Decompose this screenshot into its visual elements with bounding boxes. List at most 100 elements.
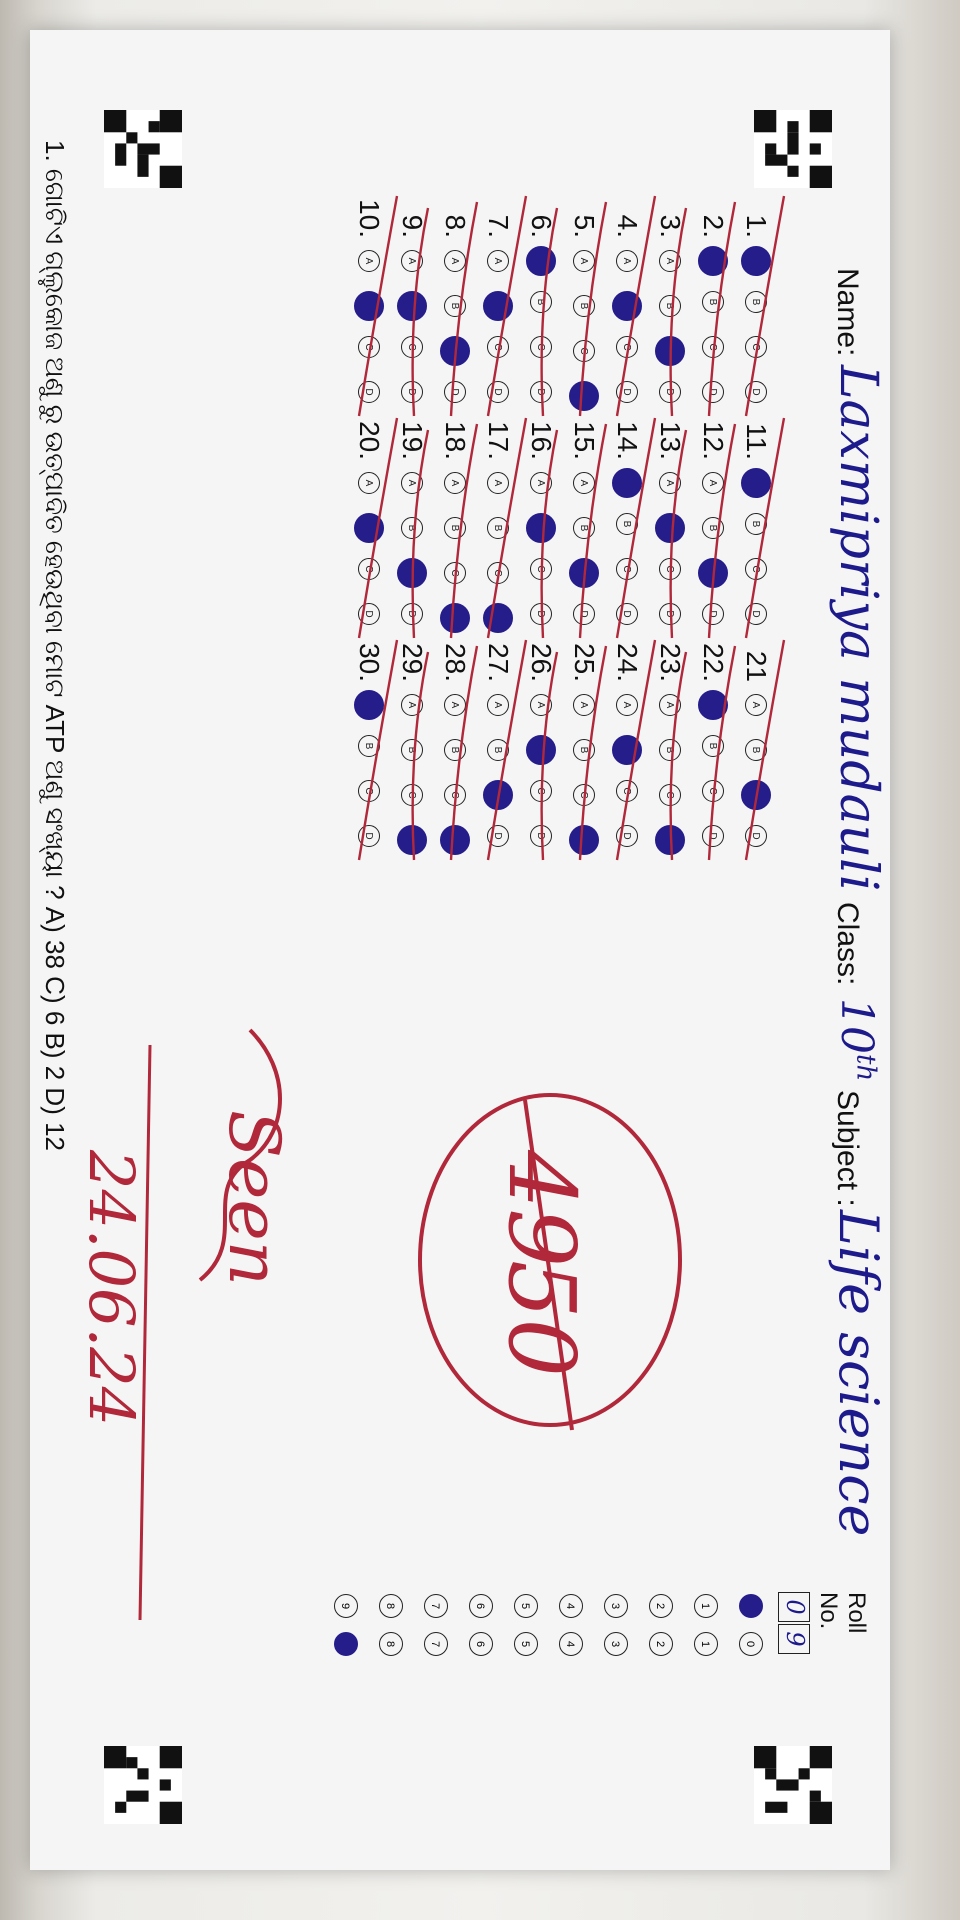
roll-filled-bubble[interactable]: 0 bbox=[739, 1594, 764, 1618]
roll-filled-bubble[interactable]: 9 bbox=[334, 1632, 359, 1656]
option-bubble[interactable]: B bbox=[487, 517, 510, 539]
option-bubble[interactable]: B bbox=[487, 739, 510, 761]
option-bubble[interactable]: B bbox=[616, 513, 639, 535]
option-bubble[interactable]: A bbox=[487, 694, 510, 716]
option-bubble[interactable]: B bbox=[702, 517, 725, 539]
option-bubble[interactable]: C bbox=[444, 784, 467, 806]
roll-bubble[interactable]: 5 bbox=[514, 1594, 539, 1618]
filled-bubble[interactable]: A bbox=[354, 690, 385, 720]
option-bubble[interactable]: D bbox=[487, 825, 510, 847]
option-bubble[interactable]: D bbox=[616, 381, 639, 403]
option-bubble[interactable]: B bbox=[530, 291, 553, 313]
option-bubble[interactable]: B bbox=[573, 295, 596, 317]
option-bubble[interactable]: D bbox=[745, 381, 768, 403]
option-bubble[interactable]: B bbox=[358, 735, 381, 757]
option-bubble[interactable]: A bbox=[659, 472, 682, 494]
option-bubble[interactable]: C bbox=[702, 780, 725, 802]
option-bubble[interactable]: C bbox=[530, 780, 553, 802]
option-bubble[interactable]: A bbox=[573, 694, 596, 716]
roll-bubble[interactable]: 6 bbox=[469, 1632, 494, 1656]
option-bubble[interactable]: D bbox=[745, 825, 768, 847]
option-bubble[interactable]: A bbox=[530, 472, 553, 494]
option-bubble[interactable]: D bbox=[530, 603, 553, 625]
option-bubble[interactable]: D bbox=[745, 603, 768, 625]
filled-bubble[interactable]: B bbox=[354, 513, 385, 543]
filled-bubble[interactable]: A bbox=[526, 246, 557, 276]
roll-bubble[interactable]: 4 bbox=[559, 1594, 584, 1618]
option-bubble[interactable]: D bbox=[573, 603, 596, 625]
roll-bubble[interactable]: 4 bbox=[559, 1632, 584, 1656]
filled-bubble[interactable]: C bbox=[483, 780, 514, 810]
option-bubble[interactable]: B bbox=[573, 739, 596, 761]
option-bubble[interactable]: A bbox=[358, 472, 381, 494]
roll-bubble[interactable]: 2 bbox=[649, 1594, 674, 1618]
filled-bubble[interactable]: B bbox=[397, 291, 428, 321]
filled-bubble[interactable]: B bbox=[526, 513, 557, 543]
option-bubble[interactable]: B bbox=[745, 291, 768, 313]
filled-bubble[interactable]: C bbox=[698, 558, 729, 588]
filled-bubble[interactable]: C bbox=[655, 336, 686, 366]
filled-bubble[interactable]: C bbox=[440, 336, 471, 366]
roll-bubble[interactable]: 7 bbox=[424, 1632, 449, 1656]
filled-bubble[interactable]: B bbox=[354, 291, 385, 321]
option-bubble[interactable]: D bbox=[530, 825, 553, 847]
option-bubble[interactable]: C bbox=[530, 558, 553, 580]
option-bubble[interactable]: D bbox=[530, 381, 553, 403]
filled-bubble[interactable]: D bbox=[397, 825, 428, 855]
option-bubble[interactable]: D bbox=[659, 603, 682, 625]
option-bubble[interactable]: A bbox=[487, 472, 510, 494]
option-bubble[interactable]: D bbox=[401, 603, 424, 625]
option-bubble[interactable]: B bbox=[702, 735, 725, 757]
filled-bubble[interactable]: B bbox=[526, 735, 557, 765]
option-bubble[interactable]: C bbox=[616, 780, 639, 802]
filled-bubble[interactable]: A bbox=[741, 246, 772, 276]
roll-bubble[interactable]: 9 bbox=[334, 1594, 359, 1618]
option-bubble[interactable]: D bbox=[702, 603, 725, 625]
option-bubble[interactable]: B bbox=[745, 513, 768, 535]
option-bubble[interactable]: A bbox=[659, 250, 682, 272]
option-bubble[interactable]: C bbox=[358, 780, 381, 802]
filled-bubble[interactable]: D bbox=[440, 825, 471, 855]
option-bubble[interactable]: A bbox=[573, 250, 596, 272]
option-bubble[interactable]: B bbox=[444, 517, 467, 539]
option-bubble[interactable]: C bbox=[358, 558, 381, 580]
filled-bubble[interactable]: A bbox=[741, 468, 772, 498]
option-bubble[interactable]: C bbox=[745, 558, 768, 580]
option-bubble[interactable]: A bbox=[487, 250, 510, 272]
option-bubble[interactable]: A bbox=[401, 472, 424, 494]
option-bubble[interactable]: C bbox=[401, 784, 424, 806]
option-bubble[interactable]: C bbox=[616, 558, 639, 580]
option-bubble[interactable]: A bbox=[444, 694, 467, 716]
option-bubble[interactable]: A bbox=[358, 250, 381, 272]
option-bubble[interactable]: A bbox=[401, 694, 424, 716]
option-bubble[interactable]: A bbox=[530, 694, 553, 716]
option-bubble[interactable]: D bbox=[702, 381, 725, 403]
option-bubble[interactable]: C bbox=[401, 336, 424, 358]
filled-bubble[interactable]: B bbox=[612, 291, 643, 321]
option-bubble[interactable]: D bbox=[358, 825, 381, 847]
filled-bubble[interactable]: C bbox=[569, 558, 600, 588]
filled-bubble[interactable]: D bbox=[569, 825, 600, 855]
option-bubble[interactable]: B bbox=[702, 291, 725, 313]
option-bubble[interactable]: A bbox=[573, 472, 596, 494]
option-bubble[interactable]: C bbox=[745, 336, 768, 358]
option-bubble[interactable]: D bbox=[401, 381, 424, 403]
filled-bubble[interactable]: C bbox=[741, 780, 772, 810]
option-bubble[interactable]: C bbox=[616, 336, 639, 358]
filled-bubble[interactable]: A bbox=[612, 468, 643, 498]
option-bubble[interactable]: C bbox=[659, 558, 682, 580]
option-bubble[interactable]: C bbox=[530, 336, 553, 358]
option-bubble[interactable]: B bbox=[444, 739, 467, 761]
option-bubble[interactable]: B bbox=[745, 739, 768, 761]
roll-bubble[interactable]: 5 bbox=[514, 1632, 539, 1656]
roll-bubble[interactable]: 6 bbox=[469, 1594, 494, 1618]
option-bubble[interactable]: B bbox=[573, 517, 596, 539]
option-bubble[interactable]: D bbox=[444, 381, 467, 403]
option-bubble[interactable]: D bbox=[616, 603, 639, 625]
roll-bubble[interactable]: 7 bbox=[424, 1594, 449, 1618]
option-bubble[interactable]: A bbox=[444, 472, 467, 494]
option-bubble[interactable]: A bbox=[616, 250, 639, 272]
filled-bubble[interactable]: A bbox=[698, 246, 729, 276]
option-bubble[interactable]: B bbox=[401, 739, 424, 761]
filled-bubble[interactable]: D bbox=[655, 825, 686, 855]
